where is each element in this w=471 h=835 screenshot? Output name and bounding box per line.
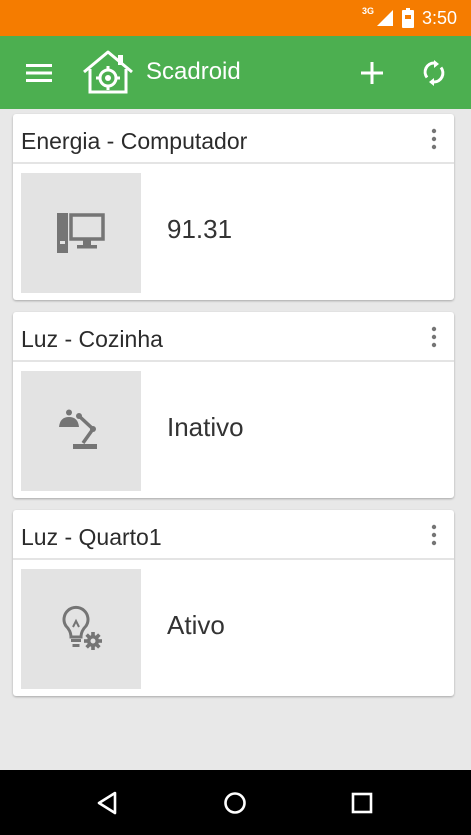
app-title: Scadroid: [146, 58, 241, 85]
card-title: Luz - Quarto1: [21, 524, 162, 550]
back-button[interactable]: [90, 786, 124, 820]
device-card[interactable]: Luz - Cozinha Inativo: [13, 312, 454, 498]
card-overflow-button[interactable]: [422, 520, 446, 550]
computer-icon: [57, 213, 105, 253]
card-icon-box: [21, 371, 141, 491]
card-icon-box: [21, 569, 141, 689]
desk-lamp-icon: [59, 409, 97, 449]
refresh-button[interactable]: [417, 56, 451, 90]
card-header: Energia - Computador: [13, 114, 454, 164]
card-value: 91.31: [167, 214, 233, 244]
recents-icon: [351, 792, 373, 814]
network-type-label: 3G: [361, 6, 374, 16]
device-card[interactable]: Luz - Quarto1 Ativo: [13, 510, 454, 696]
card-title: Luz - Cozinha: [21, 326, 163, 352]
status-time: 3:50: [421, 7, 457, 28]
battery-icon: [401, 8, 414, 28]
home-logo-icon: [83, 50, 133, 94]
card-value: Ativo: [167, 610, 225, 640]
device-list: Energia - Computador 91.31 Luz - Cozinha…: [0, 109, 471, 770]
back-icon: [97, 791, 117, 815]
status-icons: 3G 3:50: [362, 0, 457, 36]
device-card[interactable]: Energia - Computador 91.31: [13, 114, 454, 300]
home-icon: [224, 792, 246, 814]
add-icon: [361, 62, 383, 84]
app-bar: Scadroid: [0, 36, 471, 109]
home-button[interactable]: [218, 786, 252, 820]
status-bar: 3G 3:50: [0, 0, 471, 36]
card-header: Luz - Quarto1: [13, 510, 454, 560]
more-vert-icon: [431, 128, 437, 150]
card-icon-box: [21, 173, 141, 293]
card-header: Luz - Cozinha: [13, 312, 454, 362]
menu-icon: [26, 64, 52, 82]
more-vert-icon: [431, 524, 437, 546]
signal-icon: [376, 10, 393, 26]
refresh-icon: [423, 60, 445, 86]
card-title: Energia - Computador: [21, 128, 248, 154]
menu-button[interactable]: [22, 56, 56, 90]
card-overflow-button[interactable]: [422, 124, 446, 154]
add-button[interactable]: [355, 56, 389, 90]
navigation-bar: [0, 770, 471, 835]
recents-button[interactable]: [345, 786, 379, 820]
more-vert-icon: [431, 326, 437, 348]
bulb-gear-icon: [62, 605, 102, 650]
card-overflow-button[interactable]: [422, 322, 446, 352]
card-value: Inativo: [167, 412, 244, 442]
